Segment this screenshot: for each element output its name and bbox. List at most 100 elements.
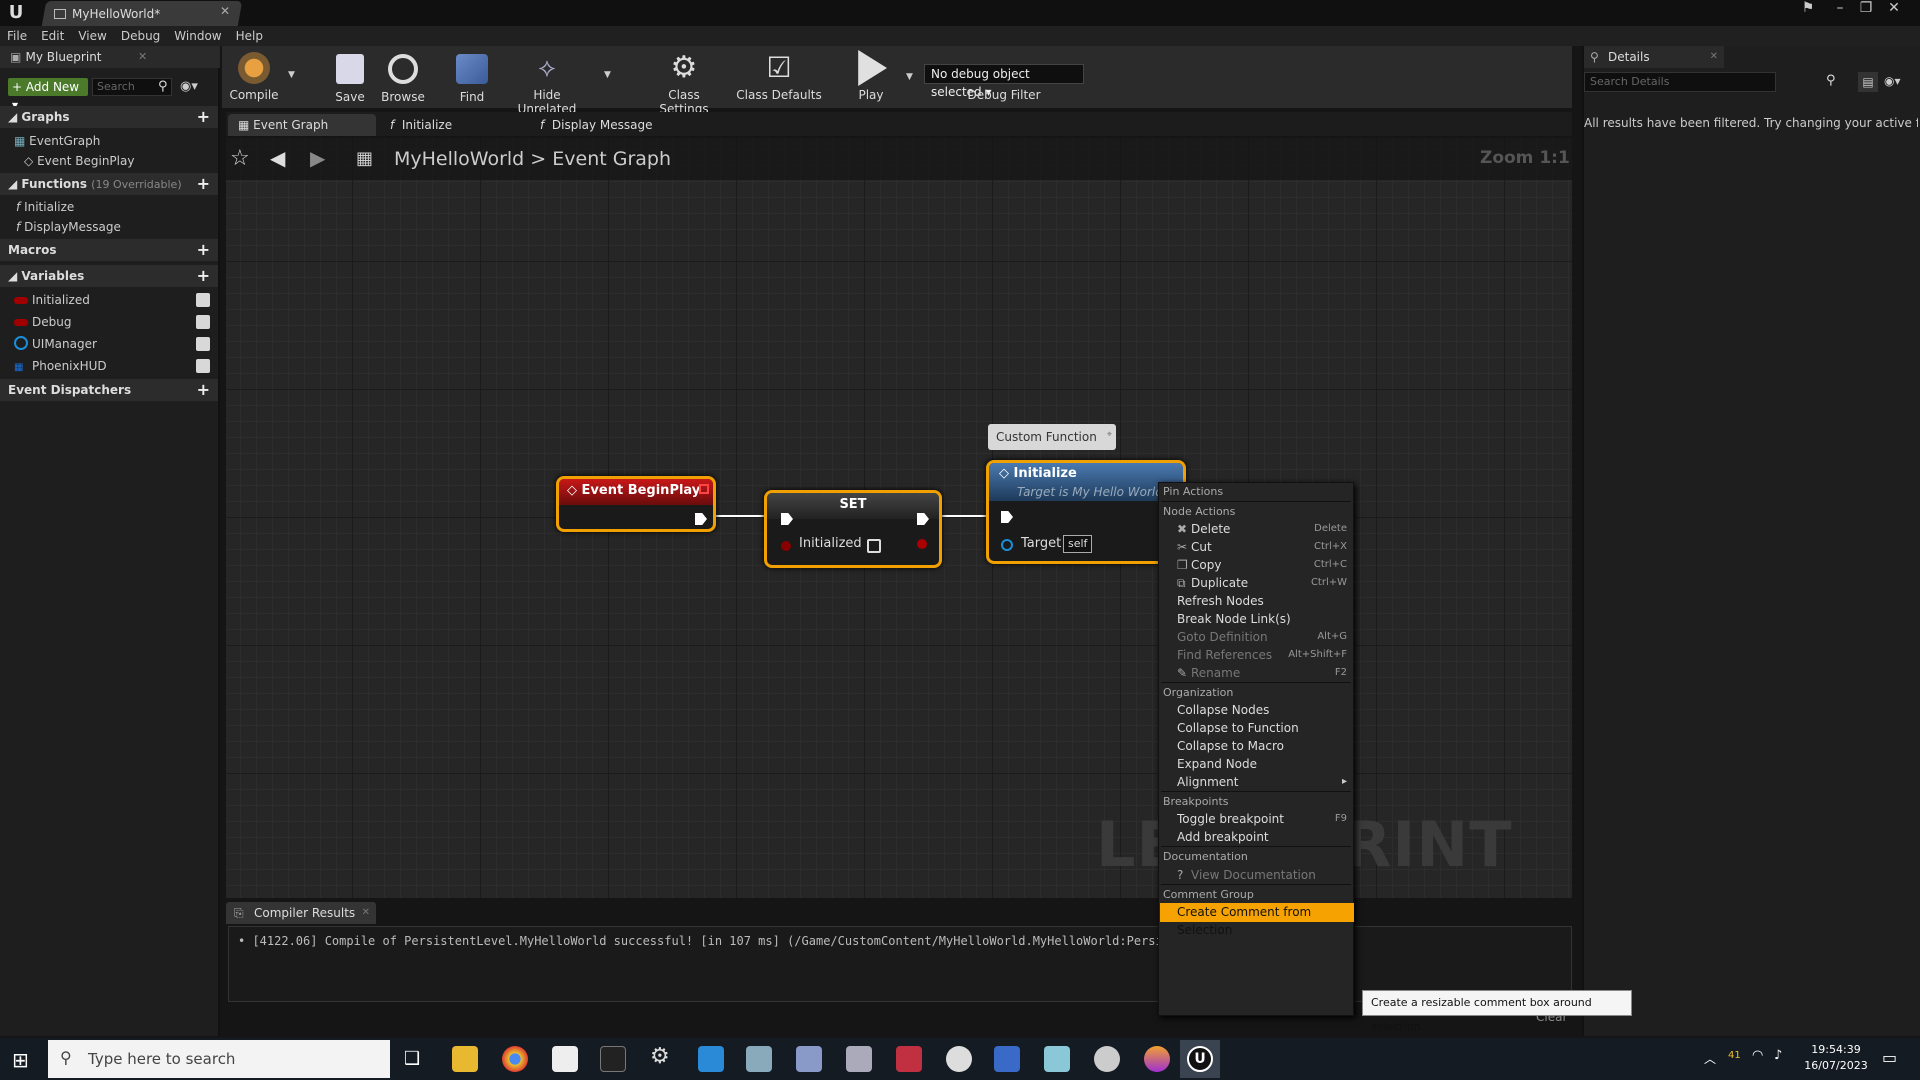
menu-item-break-links[interactable]: Break Node Link(s) <box>1177 610 1351 628</box>
hide-unrelated-chevron-icon[interactable]: ▼ <box>604 70 611 80</box>
menu-item-collapse-nodes[interactable]: Collapse Nodes <box>1177 701 1351 719</box>
add-function-icon[interactable]: + <box>197 173 210 195</box>
compile-options-chevron-icon[interactable]: ▼ <box>288 70 295 80</box>
close-tab-icon[interactable]: ✕ <box>220 4 230 18</box>
play-button[interactable]: Play <box>846 50 896 106</box>
graph-item-eventgraph[interactable]: ▦ EventGraph <box>0 130 218 152</box>
details-search-input[interactable]: Search Details <box>1584 72 1776 92</box>
tab-event-graph[interactable]: ▦ Event Graph <box>228 114 376 136</box>
maximize-icon[interactable]: ❐ <box>1854 0 1878 18</box>
favorite-star-icon[interactable]: ☆ <box>230 146 250 171</box>
menu-file[interactable]: File <box>0 26 34 46</box>
task-view-icon[interactable]: ❑ <box>404 1048 420 1069</box>
app-icon[interactable] <box>994 1046 1020 1072</box>
function-item-displaymessage[interactable]: f DisplayMessage <box>0 216 218 238</box>
view-options-icon[interactable]: ◉▾ <box>1884 74 1901 88</box>
variable-item-phoenixhud[interactable]: ▦ PhoenixHUD <box>0 355 218 377</box>
property-matrix-icon[interactable]: ▤ <box>1858 72 1878 92</box>
close-tab-icon[interactable]: ✕ <box>362 902 370 924</box>
menu-item-refresh-nodes[interactable]: Refresh Nodes <box>1177 592 1351 610</box>
delegate-pin[interactable] <box>699 484 709 494</box>
menu-item-collapse-to-function[interactable]: Collapse to Function <box>1177 719 1351 737</box>
add-macro-icon[interactable]: + <box>197 239 210 261</box>
bool-in-pin[interactable] <box>781 541 791 551</box>
node-initialize[interactable]: ◇ Initialize Target is My Hello World Ta… <box>986 460 1186 564</box>
visibility-eye-icon[interactable] <box>196 315 210 329</box>
hide-unrelated-button[interactable]: ⟡ Hide Unrelated <box>504 50 590 116</box>
target-self-value[interactable]: self <box>1063 535 1093 553</box>
debug-object-select[interactable]: No debug object selected ▾ <box>924 64 1084 99</box>
browse-button[interactable]: Browse <box>378 50 428 106</box>
section-graphs[interactable]: ◢ Graphs + <box>0 106 218 128</box>
forward-arrow-icon[interactable]: ▶ <box>310 146 325 170</box>
close-window-icon[interactable]: ✕ <box>1882 0 1906 18</box>
menu-debug[interactable]: Debug <box>114 26 167 46</box>
signin-icon[interactable]: ⚑ <box>1796 0 1820 18</box>
taskbar-clock[interactable]: 19:54:39 16/07/2023 <box>1796 1042 1876 1074</box>
back-arrow-icon[interactable]: ◀ <box>270 146 285 170</box>
add-new-button[interactable]: + Add New ▾ <box>8 78 88 112</box>
notepad-icon[interactable] <box>552 1046 578 1072</box>
menu-item-cut[interactable]: ✂ Cut Ctrl+X <box>1177 538 1351 556</box>
visibility-eye-icon[interactable] <box>196 337 210 351</box>
close-panel-icon[interactable]: ✕ <box>138 46 147 68</box>
tray-chevron-icon[interactable]: ︿ <box>1704 1050 1716 1067</box>
app-icon[interactable] <box>1094 1046 1120 1072</box>
search-icon[interactable]: ⚲ <box>1826 73 1836 88</box>
node-set-initialized[interactable]: SET Initialized <box>764 490 942 568</box>
app-icon[interactable] <box>746 1046 772 1072</box>
app-icon[interactable] <box>946 1046 972 1072</box>
chrome-icon[interactable] <box>502 1046 528 1072</box>
settings-gear-icon[interactable]: ⚙ <box>650 1044 670 1069</box>
view-options-icon[interactable]: ◉▾ <box>180 79 198 94</box>
outlook-icon[interactable] <box>698 1046 724 1072</box>
close-panel-icon[interactable]: ✕ <box>1710 46 1718 68</box>
minimize-icon[interactable]: – <box>1828 0 1852 18</box>
unreal-taskbar-button[interactable]: U <box>1180 1040 1220 1078</box>
menu-item-alignment[interactable]: Alignment ▸ <box>1177 773 1351 791</box>
section-event-dispatchers[interactable]: Event Dispatchers + <box>0 379 218 401</box>
file-explorer-icon[interactable] <box>452 1046 478 1072</box>
initialized-checkbox[interactable] <box>867 539 881 553</box>
app-icon[interactable] <box>1144 1046 1170 1072</box>
menu-item-collapse-to-macro[interactable]: Collapse to Macro <box>1177 737 1351 755</box>
taskbar-search-input[interactable]: Type here to search <box>48 1040 390 1078</box>
exec-out-pin[interactable] <box>695 513 707 525</box>
section-variables[interactable]: ◢ Variables + <box>0 265 218 287</box>
visibility-eye-icon[interactable] <box>196 359 210 373</box>
class-settings-button[interactable]: ⚙ Class Settings <box>644 50 724 116</box>
app-icon[interactable] <box>796 1046 822 1072</box>
search-icon[interactable]: ⚲ <box>158 79 168 94</box>
wifi-icon[interactable]: ◠ <box>1752 1048 1763 1063</box>
windows-start-icon[interactable]: ⊞ <box>12 1048 29 1072</box>
play-options-chevron-icon[interactable]: ▼ <box>906 72 913 82</box>
node-comment-bubble[interactable]: Custom Function ⌖ <box>988 424 1116 450</box>
menu-item-expand-node[interactable]: Expand Node <box>1177 755 1351 773</box>
notifications-icon[interactable]: ▭ <box>1882 1048 1897 1067</box>
menu-item-view-documentation[interactable]: ? View Documentation <box>1177 866 1351 884</box>
menu-item-create-comment[interactable]: Create Comment from Selection <box>1177 903 1351 937</box>
menu-help[interactable]: Help <box>229 26 270 46</box>
breadcrumb-root[interactable]: MyHelloWorld <box>394 148 524 170</box>
bool-out-pin[interactable] <box>917 539 927 549</box>
menu-item-rename[interactable]: ✎ Rename F2 <box>1177 664 1351 682</box>
variable-item-uimanager[interactable]: UIManager <box>0 333 218 355</box>
add-dispatcher-icon[interactable]: + <box>197 379 210 401</box>
my-blueprint-header[interactable]: ▣ My Blueprint ✕ <box>0 46 220 68</box>
menu-item-find-references[interactable]: Find References Alt+Shift+F <box>1177 646 1351 664</box>
menu-item-add-breakpoint[interactable]: Add breakpoint <box>1177 828 1351 846</box>
tab-initialize[interactable]: f Initialize <box>380 114 526 136</box>
graph-item-beginplay[interactable]: ◇ Event BeginPlay <box>0 150 218 172</box>
menu-item-toggle-breakpoint[interactable]: Toggle breakpoint F9 <box>1177 810 1351 828</box>
add-variable-icon[interactable]: + <box>197 265 210 287</box>
compiler-results-tab[interactable]: ⎘ Compiler Results ✕ <box>226 902 376 924</box>
tray-badge[interactable]: 41 <box>1728 1050 1741 1061</box>
find-button[interactable]: Find <box>452 50 492 106</box>
menu-item-copy[interactable]: ❐ Copy Ctrl+C <box>1177 556 1351 574</box>
app-icon[interactable] <box>846 1046 872 1072</box>
menu-edit[interactable]: Edit <box>34 26 71 46</box>
menu-item-goto-definition[interactable]: Goto Definition Alt+G <box>1177 628 1351 646</box>
document-tab-label-wrap[interactable]: MyHelloWorld* <box>54 4 234 24</box>
compile-button[interactable]: Compile <box>226 50 282 106</box>
exec-in-pin[interactable] <box>1001 511 1013 523</box>
